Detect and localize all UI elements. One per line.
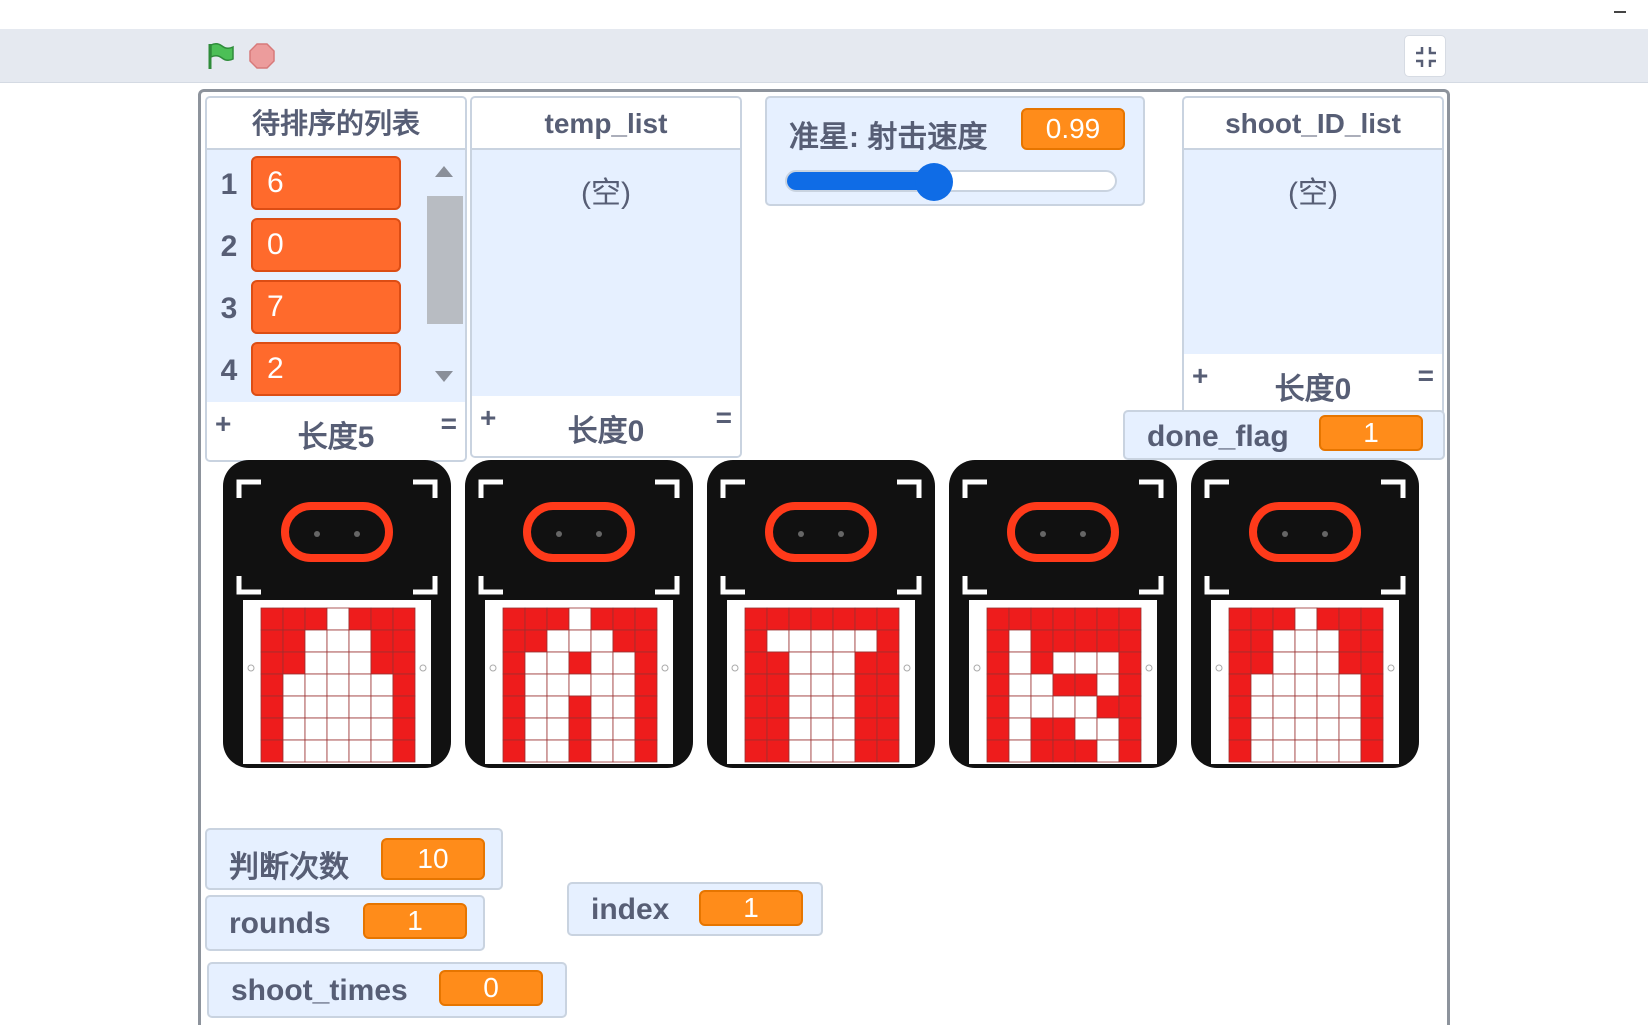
variable-label: done_flag [1147,420,1289,453]
shoot-times-monitor: shoot_times 0 [207,962,567,1018]
list-empty-text: (空) [1288,177,1338,210]
minimize-icon[interactable] [1614,4,1628,18]
slider-fill [787,172,934,190]
resize-handle[interactable]: = [716,402,732,434]
variable-value: 0 [439,970,543,1006]
list-footer: + 长度5 = [207,402,465,460]
slider-thumb[interactable] [914,163,953,201]
list-title: shoot_ID_list [1184,98,1442,150]
list-title: 待排序的列表 [207,98,465,150]
robot-sprite-5[interactable] [1189,458,1421,770]
robot-sprite-2[interactable] [463,458,695,770]
list-item: 1 6 [207,154,417,212]
resize-handle[interactable]: = [1418,360,1434,392]
list-length: 长度0 [1274,373,1352,406]
list-body: (空) [472,150,740,396]
stop-icon[interactable] [249,43,275,69]
variable-label: shoot_times [231,974,408,1007]
scroll-up-arrow-icon[interactable] [435,166,453,177]
unfullscreen-icon[interactable] [1404,35,1446,77]
list-item: 4 2 [207,340,417,398]
robot-sprite-4[interactable] [947,458,1179,770]
variable-value: 1 [699,890,803,926]
scroll-down-arrow-icon[interactable] [435,371,453,382]
list-item-value[interactable]: 0 [251,218,401,272]
robot-sprite-3[interactable] [705,458,937,770]
list-item-index: 4 [220,354,238,387]
window-top-bar [0,0,1648,28]
list-item: 3 7 [207,278,417,336]
player-controls-bar [0,29,1648,83]
judge-count-monitor: 判断次数 10 [205,828,503,890]
variable-value: 0.99 [1021,108,1125,150]
shoot-id-list-monitor: shoot_ID_list (空) + 长度0 = [1182,96,1444,416]
variable-label: 判断次数 [229,851,349,884]
variable-label: rounds [229,907,331,940]
shoot-speed-slider-monitor: 准星: 射击速度 0.99 [765,96,1145,206]
variable-label: index [591,893,670,926]
variable-value: 10 [381,838,485,880]
list-footer: + 长度0 = [1184,354,1442,414]
list-item-value[interactable]: 7 [251,280,401,334]
list-scrollbar[interactable] [423,156,463,392]
green-flag-icon[interactable] [206,42,236,70]
list-item-value[interactable]: 2 [251,342,401,396]
list-item-value[interactable]: 6 [251,156,401,210]
list-length: 长度0 [567,415,645,448]
list-title: temp_list [472,98,740,150]
variable-value: 1 [363,903,467,939]
list-footer: + 长度0 = [472,396,740,456]
rounds-monitor: rounds 1 [205,895,485,951]
resize-handle[interactable]: = [441,408,457,440]
list-item-index: 1 [220,168,238,201]
temp-list-monitor: temp_list (空) + 长度0 = [470,96,742,458]
variable-value: 1 [1319,415,1423,451]
index-monitor: index 1 [567,882,823,936]
variable-label: 准星: 射击速度 [789,121,988,154]
list-item-index: 3 [220,292,238,325]
list-empty-text: (空) [581,177,631,210]
robot-sprite-1[interactable] [221,458,453,770]
sort-list-monitor: 待排序的列表 1 6 2 0 3 7 4 2 + 长度5 = [205,96,467,462]
list-body: (空) [1184,150,1442,354]
list-length: 长度5 [297,421,375,454]
list-item: 2 0 [207,216,417,274]
list-item-index: 2 [220,230,238,263]
stage[interactable]: 待排序的列表 1 6 2 0 3 7 4 2 + 长度5 = temp_list… [198,89,1450,1025]
scroll-thumb[interactable] [427,196,463,324]
speed-slider[interactable] [785,163,1117,201]
scratch-player: 待排序的列表 1 6 2 0 3 7 4 2 + 长度5 = temp_list… [0,0,1648,1030]
done-flag-monitor: done_flag 1 [1123,410,1445,460]
